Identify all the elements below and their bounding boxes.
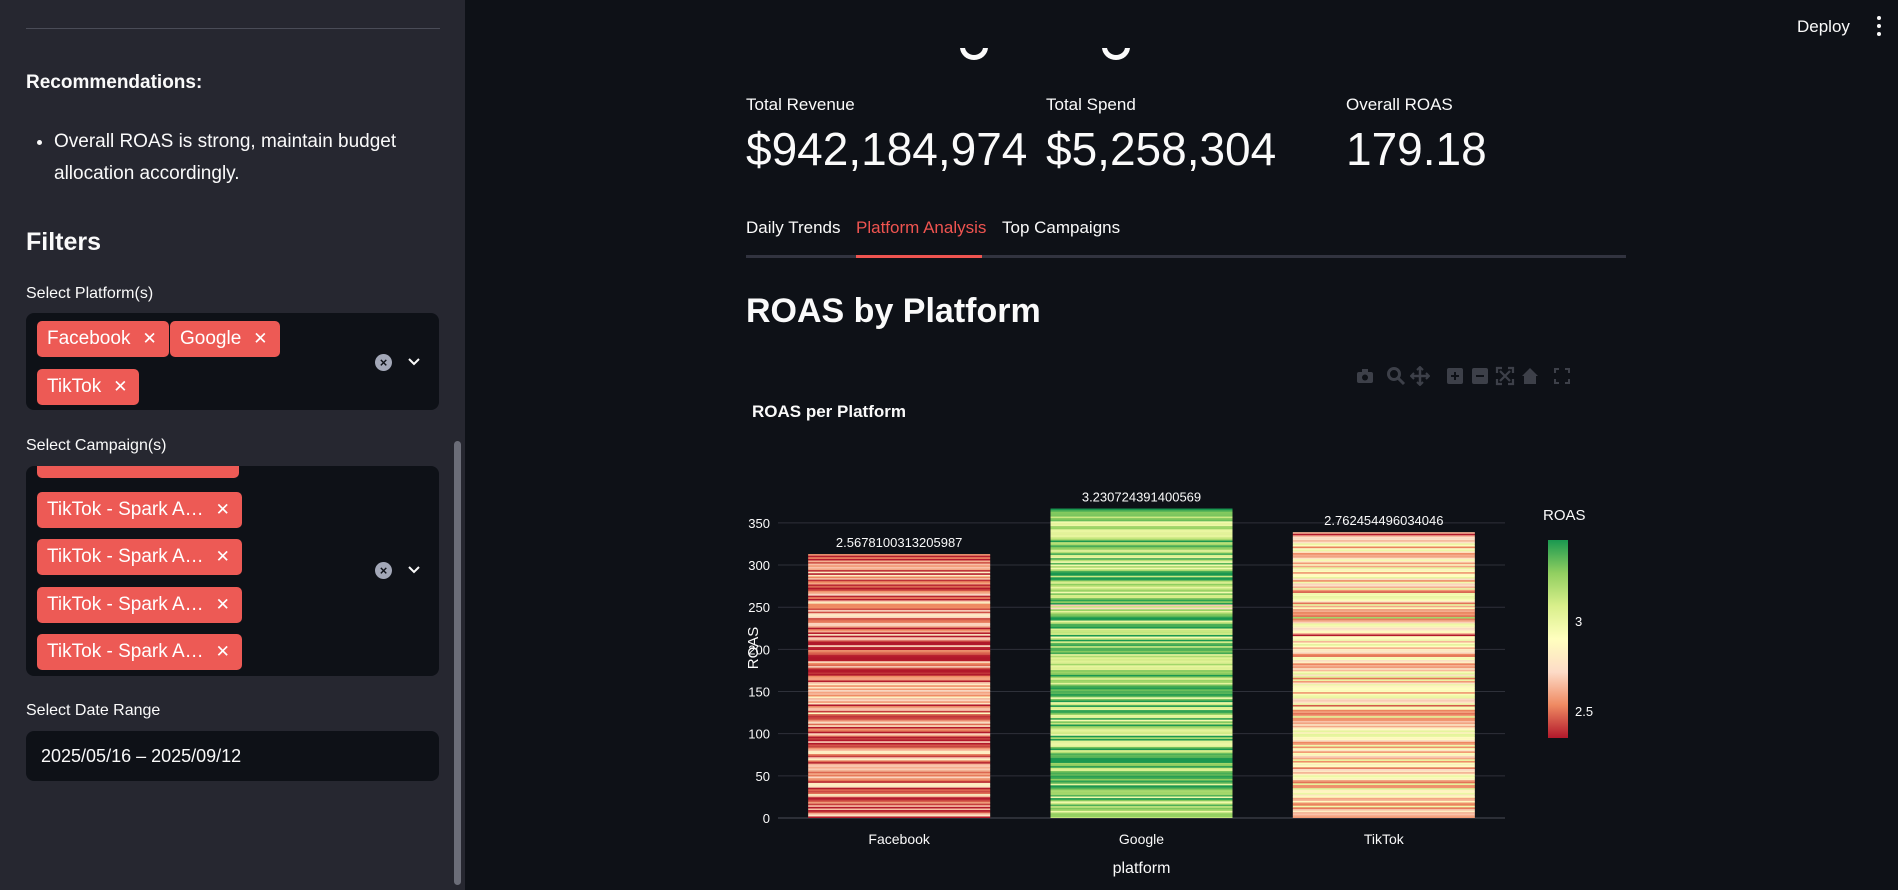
tab-daily-trends[interactable]: Daily Trends <box>746 218 840 250</box>
bar-facebook[interactable] <box>808 554 991 818</box>
chevron-down-icon[interactable] <box>406 354 422 370</box>
y-tick-label: 100 <box>748 727 770 742</box>
clear-all-icon[interactable]: × <box>375 354 392 371</box>
y-tick-label: 0 <box>763 811 770 826</box>
sidebar-scrollbar[interactable] <box>454 441 461 885</box>
chevron-down-icon[interactable] <box>406 562 422 578</box>
campaign-tag[interactable]: TikTok - Spark A… ✕ <box>37 634 242 670</box>
tag-label: TikTok - Spark A… <box>47 641 204 662</box>
active-tab-indicator <box>856 255 982 258</box>
campaign-tag[interactable]: TikTok - Spark A… ✕ <box>37 492 242 528</box>
pan-icon[interactable] <box>1409 365 1431 387</box>
sidebar: Recommendations: Overall ROAS is strong,… <box>0 0 465 890</box>
recommendations-heading: Recommendations: <box>26 72 203 93</box>
clear-all-icon[interactable]: × <box>375 562 392 579</box>
x-tick-label: TikTok <box>1364 831 1405 847</box>
y-tick-label: 300 <box>748 558 770 573</box>
y-tick-label: 150 <box>748 685 770 700</box>
campaign-tag[interactable]: TikTok - Spark A… ✕ <box>37 539 242 575</box>
remove-tag-icon[interactable]: ✕ <box>142 329 156 348</box>
bar-value-label: 2.5678100313205987 <box>836 535 963 550</box>
tag-label: TikTok - Spark A… <box>47 499 204 520</box>
roas-chart-svg: ROAS per Platform050100150200250300350RO… <box>745 402 1593 877</box>
platform-multiselect[interactable]: Facebook ✕ Google ✕ TikTok ✕ × <box>26 313 439 410</box>
bar-value-label: 2.762454496034046 <box>1324 513 1443 528</box>
metric-value-spend: $5,258,304 <box>1046 123 1277 175</box>
tab-platform-analysis[interactable]: Platform Analysis <box>856 218 986 250</box>
zoom-out-icon[interactable] <box>1470 366 1490 386</box>
bar-google[interactable] <box>1050 508 1233 818</box>
tag-label: TikTok <box>47 376 102 397</box>
x-axis-label: platform <box>1113 860 1171 877</box>
y-tick-label: 250 <box>748 600 770 615</box>
chart-modebar <box>1355 365 1625 387</box>
main-menu-icon[interactable] <box>1877 16 1881 36</box>
y-axis-label: ROAS <box>745 627 762 670</box>
metric-label-roas: Overall ROAS <box>1346 95 1453 114</box>
roas-chart: ROAS per Platform 0 50 100 150 200 250 300 350 RO… <box>740 390 1640 890</box>
tab-bar: Daily Trends Platform Analysis Top Campa… <box>746 218 1626 258</box>
bar-tiktok[interactable] <box>1292 532 1475 818</box>
x-tick-label: Facebook <box>868 831 930 847</box>
filters-heading: Filters <box>26 228 102 256</box>
date-range-input[interactable]: 2025/05/16 – 2025/09/12 <box>26 731 439 781</box>
fullscreen-icon[interactable] <box>1552 366 1572 386</box>
recommendations-list: Overall ROAS is strong, maintain budget … <box>26 126 454 190</box>
date-range-label: Select Date Range <box>26 702 161 719</box>
tag-label: TikTok - Spark A… <box>47 594 204 615</box>
metric-value-revenue: $942,184,974 <box>746 123 1028 175</box>
tag-label: Google <box>180 328 242 349</box>
remove-tag-icon[interactable]: ✕ <box>216 595 230 614</box>
colorbar-title: ROAS <box>1543 507 1586 524</box>
platform-select-label: Select Platform(s) <box>26 285 154 302</box>
deploy-button[interactable]: Deploy <box>1797 17 1850 37</box>
recommendation-item: Overall ROAS is strong, maintain budget … <box>54 126 454 190</box>
zoom-icon[interactable] <box>1386 366 1406 386</box>
campaign-select-label: Select Campaign(s) <box>26 437 167 454</box>
platform-tag-facebook[interactable]: Facebook ✕ <box>37 321 169 357</box>
remove-tag-icon[interactable]: ✕ <box>113 377 127 396</box>
colorbar-tick-label: 2.5 <box>1575 704 1593 719</box>
page-title-fragment <box>960 48 1140 62</box>
bar-value-label: 3.230724391400569 <box>1082 490 1201 505</box>
zoom-in-icon[interactable] <box>1445 366 1465 386</box>
metric-label-spend: Total Spend <box>1046 95 1136 114</box>
metric-label-revenue: Total Revenue <box>746 95 855 114</box>
campaign-multiselect[interactable]: TikTok - Spark A… ✕ TikTok - Spark A… ✕ Ti… <box>26 466 439 676</box>
platform-tag-tiktok[interactable]: TikTok ✕ <box>37 369 140 405</box>
y-tick-label: 50 <box>756 769 770 784</box>
camera-icon[interactable] <box>1355 366 1375 386</box>
remove-tag-icon[interactable]: ✕ <box>216 642 230 661</box>
x-tick-label: Google <box>1119 831 1164 847</box>
campaign-tag-partial[interactable] <box>37 466 239 478</box>
y-tick-label: 350 <box>748 516 770 531</box>
colorbar <box>1548 540 1568 738</box>
autoscale-icon[interactable] <box>1495 366 1515 386</box>
tag-label: TikTok - Spark A… <box>47 546 204 567</box>
remove-tag-icon[interactable]: ✕ <box>253 329 267 348</box>
tag-label: Facebook <box>47 328 131 349</box>
metric-value-roas: 179.18 <box>1346 123 1487 175</box>
sidebar-divider <box>26 28 440 29</box>
tab-top-campaigns[interactable]: Top Campaigns <box>1002 218 1120 250</box>
remove-tag-icon[interactable]: ✕ <box>216 500 230 519</box>
platform-tag-google[interactable]: Google ✕ <box>170 321 280 357</box>
chart-title: ROAS per Platform <box>752 402 906 421</box>
campaign-tag[interactable]: TikTok - Spark A… ✕ <box>37 587 242 623</box>
home-icon[interactable] <box>1520 366 1540 386</box>
colorbar-tick-label: 3 <box>1575 614 1582 629</box>
remove-tag-icon[interactable]: ✕ <box>216 547 230 566</box>
section-title: ROAS by Platform <box>746 292 1041 330</box>
